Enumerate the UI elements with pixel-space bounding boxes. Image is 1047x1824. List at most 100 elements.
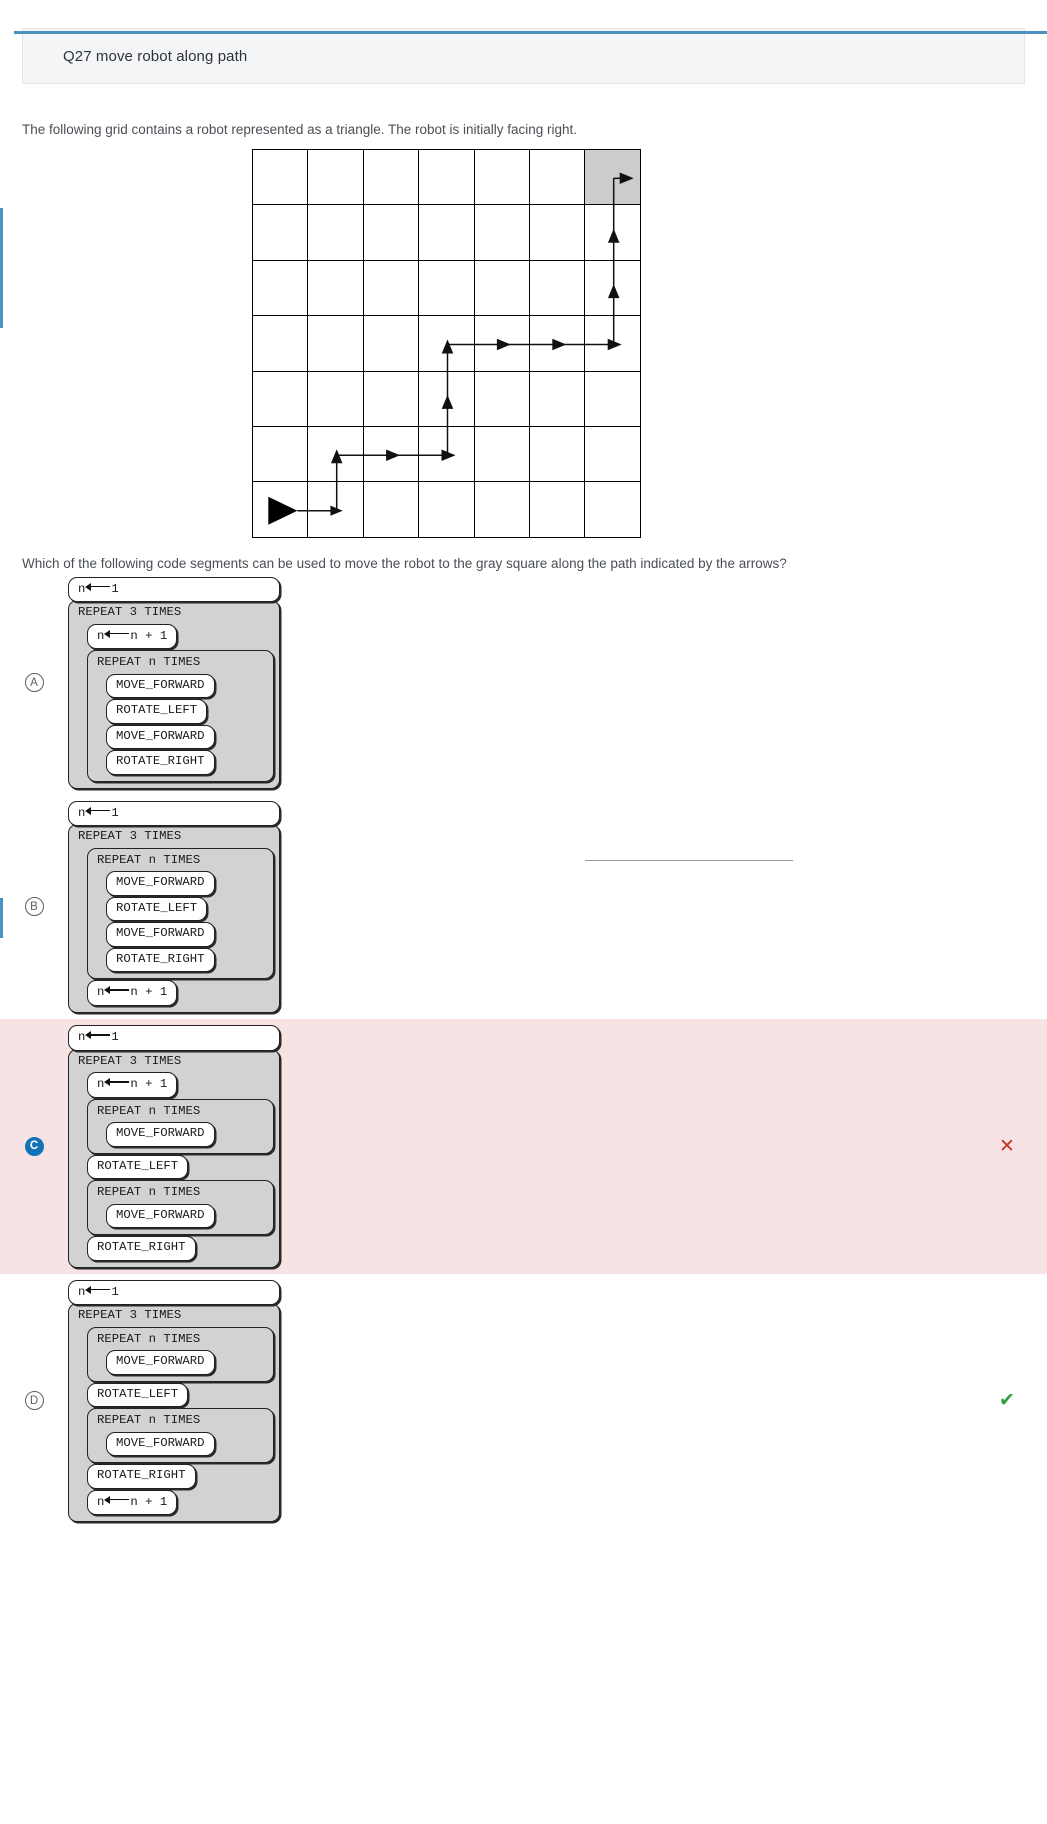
assignment-rhs: 1 <box>111 581 119 596</box>
assignment-lhs: n <box>78 1029 86 1044</box>
assignment-lhs: n <box>97 985 105 1000</box>
grid-cell <box>528 204 586 261</box>
robot-grid <box>251 148 641 538</box>
grid-cell <box>251 370 309 427</box>
repeat-loop-block: REPEAT n TIMES MOVE_FORWARD <box>87 1326 274 1382</box>
choice-radio-b[interactable]: B <box>0 897 68 917</box>
command-statement: ROTATE_LEFT <box>87 1382 189 1408</box>
stray-horizontal-rule <box>585 860 793 861</box>
grid-cell <box>362 204 420 261</box>
repeat-loop-block: REPEAT n TIMES MOVE_FORWARDROTATE_LEFTMOV… <box>87 847 274 980</box>
grid-cell <box>418 370 475 427</box>
repeat-loop-label: REPEAT 3 TIMES <box>78 1053 182 1068</box>
assignment-lhs: n <box>97 628 105 643</box>
grid-cell <box>307 204 364 261</box>
command-statement: MOVE_FORWARD <box>106 1122 215 1147</box>
answer-choice-d[interactable]: Dn 1 REPEAT 3 TIMES REPEAT n TIMES MOVE_FORW… <box>0 1274 1047 1529</box>
assignment-rhs: 1 <box>111 1029 119 1044</box>
choice-letter-bubble[interactable]: C <box>24 1136 44 1156</box>
repeat-loop-body: nn + 1REPEAT n TIMESMOVE_FORWARDROTATE_L… <box>87 1071 274 1261</box>
assignment-statement: n1 <box>68 1279 280 1306</box>
repeat-loop-block: REPEAT n TIMES MOVE_FORWARD <box>87 1408 274 1464</box>
code-segment: n 1 REPEAT 3 TIMES n n + 1 REPEAT n TIMES MOVE… <box>68 1024 280 1268</box>
grid-row <box>251 148 641 206</box>
grid-row <box>251 315 641 372</box>
answer-choice-b[interactable]: Bn 1 REPEAT 3 TIMES REPEAT n TIMES MOVE_FORW… <box>0 795 1047 1019</box>
repeat-loop-label: REPEAT 3 TIMES <box>78 829 182 844</box>
robot-grid-wrap <box>0 148 1047 538</box>
repeat-loop-body: MOVE_FORWARDROTATE_LEFTMOVE_FORWARDROTAT… <box>106 673 268 775</box>
choice-letter-bubble[interactable]: A <box>24 673 44 693</box>
repeat-loop-body: nn + 1 REPEAT n TIMES MOVE_FORWARDROTATE_L… <box>87 623 274 782</box>
grid-cell <box>362 315 420 372</box>
choice-code-body: n 1 REPEAT 3 TIMES n n + 1 REPEAT n TIMES MOVE… <box>68 576 967 789</box>
grid-cell <box>473 315 530 372</box>
command-statement: ROTATE_RIGHT <box>87 1236 196 1261</box>
assignment-lhs: n <box>97 1077 105 1092</box>
left-arrow-icon <box>85 1030 111 1039</box>
page-wrap: Q27 move robot along path The following … <box>0 28 1047 1528</box>
code-segment: n 1 REPEAT 3 TIMES n n + 1 REPEAT n TIMES MOVE… <box>68 576 280 789</box>
choice-code-body: n 1 REPEAT 3 TIMES n n + 1 REPEAT n TIMES MOVE… <box>68 1024 967 1268</box>
command-statement: ROTATE_RIGHT <box>106 947 215 973</box>
prompt-intro-text: The following grid contains a robot repr… <box>22 122 578 137</box>
grid-cell <box>251 204 309 261</box>
grid-cell <box>584 370 641 427</box>
repeat-loop-block: REPEAT 3 TIMES REPEAT n TIMES MOVE_FORWARD… <box>68 824 280 1013</box>
repeat-loop-label: REPEAT 3 TIMES <box>78 1308 182 1323</box>
grid-cell <box>473 204 530 261</box>
repeat-loop-block: REPEAT n TIMES MOVE_FORWARD <box>87 1180 274 1236</box>
assignment-lhs: n <box>97 1494 105 1509</box>
left-arrow-icon <box>104 1495 130 1504</box>
repeat-loop-body: MOVE_FORWARD <box>106 1203 268 1229</box>
repeat-loop-block: REPEAT n TIMES MOVE_FORWARD <box>87 1098 274 1154</box>
grid-cell <box>362 425 420 483</box>
choice-letter-bubble[interactable]: D <box>24 1391 44 1411</box>
grid-row <box>251 370 641 427</box>
assignment-statement: n1 <box>68 576 280 603</box>
command-statement: ROTATE_LEFT <box>106 699 208 724</box>
command-statement: ROTATE_LEFT <box>87 1154 189 1180</box>
repeat-loop-label: REPEAT n TIMES <box>97 1185 201 1200</box>
grid-cell <box>473 425 530 483</box>
choice-letter-bubble[interactable]: B <box>24 897 44 917</box>
grid-cell <box>473 259 530 317</box>
assignment-statement: n1 <box>68 1024 280 1051</box>
repeat-loop-label: REPEAT n TIMES <box>97 655 201 670</box>
grid-cell <box>307 259 364 317</box>
grid-cell <box>418 425 475 483</box>
assignment-rhs: n + 1 <box>130 1494 168 1509</box>
command-statement: MOVE_FORWARD <box>106 1431 215 1457</box>
repeat-loop-block: REPEAT n TIMES MOVE_FORWARDROTATE_LEFTMOV… <box>87 650 274 782</box>
repeat-loop-label: REPEAT n TIMES <box>97 852 201 867</box>
choice-radio-c[interactable]: C <box>0 1136 68 1156</box>
choice-radio-d[interactable]: D <box>0 1391 68 1411</box>
repeat-loop-label: REPEAT n TIMES <box>97 1413 201 1428</box>
answer-choice-a[interactable]: An 1 REPEAT 3 TIMES n n + 1 REPEAT n TIMES MOV… <box>0 571 1047 795</box>
grid-cell <box>362 259 420 317</box>
grid-cell <box>528 481 586 538</box>
repeat-loop-body: MOVE_FORWARDROTATE_LEFTMOVE_FORWARDROTAT… <box>106 870 268 973</box>
repeat-loop-block: REPEAT 3 TIMES n n + 1 REPEAT n TIMES MOVE_F… <box>68 1048 280 1268</box>
choice-radio-a[interactable]: A <box>0 673 68 693</box>
code-segment: n 1 REPEAT 3 TIMES REPEAT n TIMES MOVE_FORWA… <box>68 1279 280 1523</box>
incorrect-x-icon: ✕ <box>999 1135 1015 1157</box>
repeat-loop-block: REPEAT 3 TIMES n n + 1 REPEAT n TIMES MOVE_F… <box>68 600 280 789</box>
command-statement: MOVE_FORWARD <box>106 871 215 896</box>
command-statement: ROTATE_RIGHT <box>106 750 215 775</box>
assignment-statement: n n + 1 <box>87 623 178 650</box>
grid-cell <box>473 481 530 538</box>
repeat-loop-body: MOVE_FORWARD <box>106 1121 268 1147</box>
answer-choice-c[interactable]: Cn 1 REPEAT 3 TIMES n n + 1 REPEAT n TIMES MOV… <box>0 1018 1047 1274</box>
repeat-loop-label: REPEAT n TIMES <box>97 1103 201 1118</box>
grid-cell-goal <box>584 148 641 206</box>
assignment-statement: n n + 1 <box>87 1489 178 1516</box>
grid-cell <box>251 148 309 206</box>
grid-cell <box>473 370 530 427</box>
grid-cell <box>418 204 475 261</box>
repeat-loop-label: REPEAT 3 TIMES <box>78 605 182 620</box>
question-header: Q27 move robot along path <box>22 28 1025 84</box>
left-arrow-icon <box>85 806 111 815</box>
command-statement: MOVE_FORWARD <box>106 922 215 947</box>
grid-cell <box>251 259 309 317</box>
